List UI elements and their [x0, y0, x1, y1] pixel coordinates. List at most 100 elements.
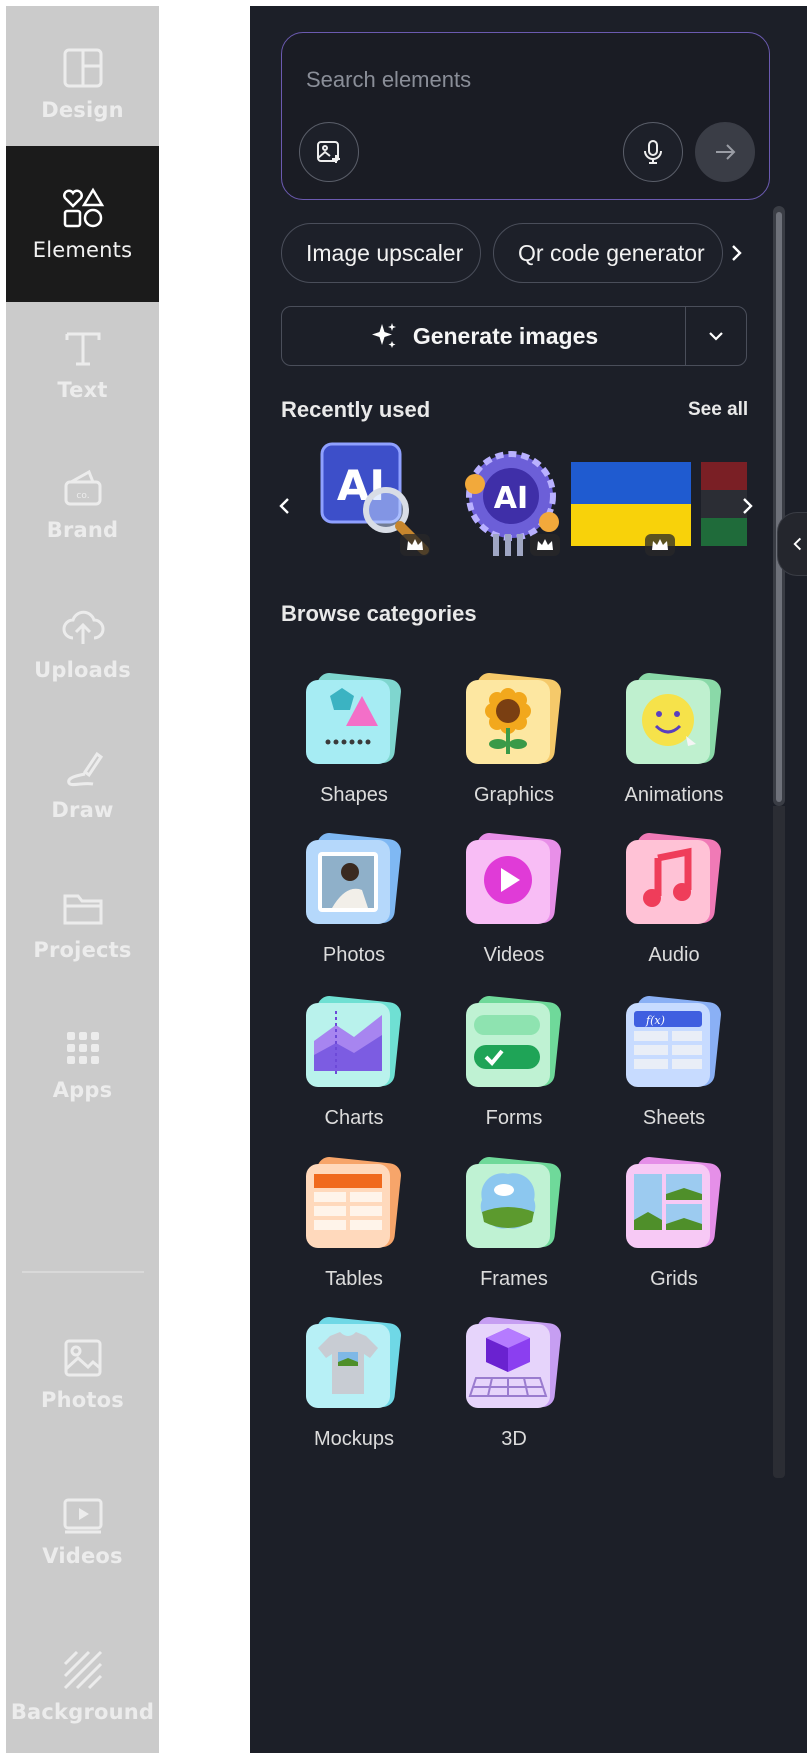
- browse-categories-title: Browse categories: [281, 601, 477, 626]
- category-grids[interactable]: Grids: [594, 1152, 754, 1302]
- category-sheets[interactable]: f(x) Sheets: [594, 991, 754, 1141]
- category-label: Photos: [322, 944, 386, 966]
- category-label: Graphics: [473, 784, 555, 806]
- sparkle-icon: [371, 323, 396, 348]
- cloud-upload-icon: [62, 610, 104, 644]
- chip-image-upscaler[interactable]: Image upscaler: [281, 223, 481, 283]
- sidebar-item-brand[interactable]: co. Brand: [6, 426, 159, 582]
- category-3d[interactable]: 3D: [434, 1312, 594, 1462]
- sidebar-item-design[interactable]: Design: [6, 6, 159, 162]
- category-frames[interactable]: Frames: [434, 1152, 594, 1302]
- sidebar-item-elements[interactable]: Elements: [6, 146, 159, 302]
- category-label: Sheets: [642, 1107, 706, 1129]
- category-label: Audio: [648, 944, 700, 966]
- image-icon: [64, 1339, 101, 1377]
- recently-used-strip: AI AI: [281, 438, 747, 566]
- generate-images-main[interactable]: Generate images: [282, 307, 686, 365]
- mockups-category-icon: [306, 1317, 401, 1408]
- sidebar-divider: [22, 1271, 144, 1273]
- sidebar-item-label: Background: [10, 1700, 155, 1724]
- panel-scrollbar-thumb[interactable]: [776, 212, 782, 802]
- category-audio[interactable]: Audio: [594, 828, 754, 978]
- chip-label: Qr code generator: [518, 239, 705, 266]
- crown-icon: [407, 539, 423, 550]
- chip-qr-code-generator[interactable]: Qr code generator: [493, 223, 723, 283]
- generate-images-button[interactable]: Generate images: [281, 306, 747, 366]
- send-button[interactable]: [695, 122, 755, 182]
- sidebar-item-apps[interactable]: Apps: [6, 986, 159, 1142]
- category-label: Forms: [485, 1107, 543, 1129]
- app-root: Design Elements Text co. Brand Uploads D…: [0, 0, 807, 1753]
- recent-prev-button[interactable]: [265, 486, 305, 526]
- animations-category-icon: [626, 673, 721, 764]
- category-label: 3D: [501, 1428, 527, 1450]
- svg-text:AI: AI: [494, 481, 528, 516]
- generate-images-dropdown[interactable]: [686, 307, 746, 365]
- sidebar-item-label: Text: [57, 378, 108, 402]
- sidebar-item-uploads[interactable]: Uploads: [6, 566, 159, 722]
- recent-item-ukraine-flag[interactable]: [571, 438, 691, 566]
- 3d-category-icon: [466, 1317, 561, 1408]
- shapes-icon: [62, 187, 104, 228]
- crown-icon: [652, 539, 668, 550]
- see-all-link[interactable]: See all: [688, 399, 748, 421]
- sidebar-item-label: Videos: [42, 1544, 123, 1568]
- sheets-category-icon: f(x): [626, 996, 721, 1087]
- arrow-right-icon: [716, 144, 736, 160]
- forms-category-icon: [466, 996, 561, 1087]
- category-forms[interactable]: Forms: [434, 991, 594, 1141]
- chevron-right-icon: [743, 498, 753, 514]
- chevron-left-icon: [792, 537, 801, 551]
- category-shapes[interactable]: Shapes: [274, 668, 434, 818]
- hatch-icon: [63, 1650, 102, 1690]
- frames-category-icon: [466, 1157, 561, 1248]
- premium-crown-badge: [645, 534, 675, 556]
- sidebar-item-label: Projects: [33, 938, 132, 962]
- recent-item-ai-magnifier[interactable]: AI: [316, 438, 436, 566]
- videos-category-icon: [466, 833, 561, 924]
- recent-next-button[interactable]: [727, 486, 767, 526]
- chip-label: Image upscaler: [306, 239, 464, 266]
- pen-icon: [66, 751, 103, 787]
- sidebar-item-text[interactable]: Text: [6, 286, 159, 442]
- sidebar-item-label: Draw: [51, 798, 114, 822]
- chevron-down-icon: [709, 332, 723, 341]
- text-icon: [65, 332, 100, 366]
- graphics-category-icon: [466, 673, 561, 764]
- search-input[interactable]: Search elements: [306, 67, 471, 93]
- generate-images-label: Generate images: [412, 322, 599, 349]
- category-label: Mockups: [313, 1428, 395, 1450]
- crown-icon: [537, 539, 553, 550]
- search-box[interactable]: Search elements: [281, 32, 770, 200]
- photos-category-icon: [306, 833, 401, 924]
- category-videos[interactable]: Videos: [434, 828, 594, 978]
- svg-text:f(x): f(x): [645, 1014, 665, 1027]
- video-icon: [63, 1498, 102, 1534]
- folder-icon: [63, 894, 102, 925]
- category-charts[interactable]: Charts: [274, 991, 434, 1141]
- category-photos[interactable]: Photos: [274, 828, 434, 978]
- category-label: Tables: [325, 1268, 383, 1290]
- sidebar-item-draw[interactable]: Draw: [6, 706, 159, 862]
- sidebar-item-label: Uploads: [34, 658, 131, 682]
- category-animations[interactable]: Animations: [594, 668, 754, 818]
- category-mockups[interactable]: Mockups: [274, 1312, 434, 1462]
- sidebar-item-photos[interactable]: Photos: [6, 1296, 159, 1452]
- image-search-button[interactable]: [299, 122, 359, 182]
- shapes-category-icon: [306, 673, 401, 764]
- category-graphics[interactable]: Graphics: [434, 668, 594, 818]
- sidebar-item-background[interactable]: Background: [6, 1608, 159, 1753]
- sidebar-item-projects[interactable]: Projects: [6, 846, 159, 1002]
- chips-next-button[interactable]: [719, 236, 753, 270]
- chevron-right-icon: [732, 245, 742, 261]
- recent-item-ai-gear[interactable]: AI: [453, 438, 563, 566]
- premium-crown-badge: [400, 534, 430, 556]
- category-label: Frames: [480, 1268, 548, 1290]
- sidebar-rail: Design Elements Text co. Brand Uploads D…: [6, 6, 159, 1753]
- microphone-button[interactable]: [623, 122, 683, 182]
- sidebar-item-videos[interactable]: Videos: [6, 1452, 159, 1608]
- recently-used-title: Recently used: [281, 397, 431, 422]
- collapse-panel-button[interactable]: [777, 512, 807, 576]
- category-label: Videos: [483, 944, 545, 966]
- category-tables[interactable]: Tables: [274, 1152, 434, 1302]
